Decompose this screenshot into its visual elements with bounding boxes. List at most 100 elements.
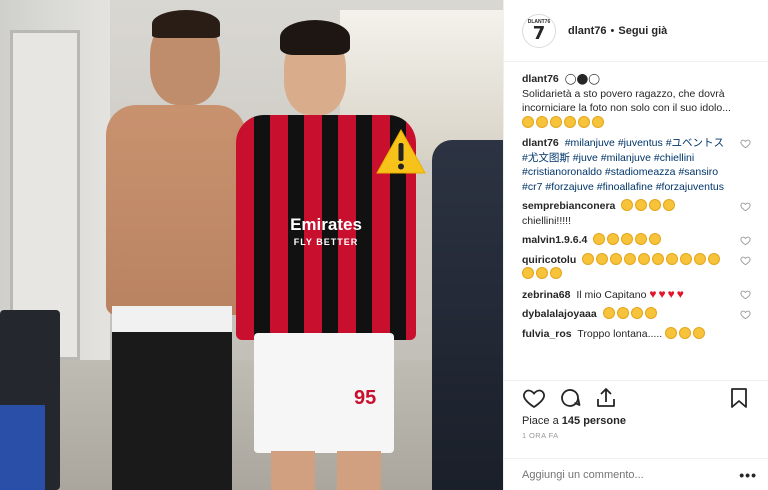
emoji-icon xyxy=(578,115,590,128)
likes-prefix: Piace a xyxy=(522,415,559,427)
photo-blue-box xyxy=(0,405,45,490)
emoji-icon xyxy=(638,252,651,265)
hashtag-link[interactable]: #cr7 xyxy=(522,181,542,193)
emoji-icon xyxy=(680,252,693,265)
comments-list[interactable]: dlant76 ◯⬤◯ Solidarietà a sto povero rag… xyxy=(504,62,768,380)
emoji-icon xyxy=(522,115,534,128)
hashtag-link[interactable]: #sansiro xyxy=(678,166,718,178)
emoji-icon xyxy=(593,233,606,245)
follow-button[interactable]: Segui già xyxy=(618,25,667,37)
avatar[interactable]: DLANT76 7 xyxy=(522,13,556,48)
hashtag-link[interactable]: #juve xyxy=(573,152,598,164)
emoji-icon xyxy=(621,233,634,245)
red-heart-emoji-icon: ♥ xyxy=(676,286,684,301)
photo-person-left xyxy=(98,10,248,490)
like-comment-heart-icon[interactable] xyxy=(740,309,751,320)
emoji-icon xyxy=(644,307,657,319)
caption-username[interactable]: dlant76 xyxy=(522,73,559,85)
add-comment-bar: ••• xyxy=(504,458,768,490)
header-separator: • xyxy=(610,24,615,37)
emoji-icon xyxy=(666,252,679,265)
comment-item: quiricotolu xyxy=(522,252,751,282)
emoji-icon xyxy=(550,267,562,279)
red-heart-emoji-icon: ♥ xyxy=(667,286,675,301)
post-timestamp[interactable]: 1 ORA FA xyxy=(522,431,751,440)
emoji-icon xyxy=(616,307,629,319)
photo-person-right: Emirates FLY BETTER 95 xyxy=(236,15,426,490)
header-username[interactable]: dlant76 xyxy=(568,25,607,37)
emoji-icon xyxy=(679,326,692,339)
emoji-icon xyxy=(550,115,562,128)
person-left-waistband xyxy=(112,306,232,332)
emoji-icon xyxy=(536,115,548,128)
emoji-icon xyxy=(630,307,643,319)
comment-username[interactable]: fulvia_ros xyxy=(522,328,572,340)
comment-item: zebrina68 Il mio Capitano ♥ ♥ ♥ ♥ xyxy=(522,287,751,303)
like-comment-heart-icon[interactable] xyxy=(740,235,751,246)
post-header: DLANT76 7 dlant76 • Segui già xyxy=(504,0,768,62)
comment-emojis xyxy=(602,307,659,320)
emoji-icon xyxy=(708,252,721,265)
comment-username[interactable]: semprebianconera xyxy=(522,200,615,212)
comment-item: fulvia_ros Troppo lontana..... xyxy=(522,326,751,342)
hashtag-link[interactable]: #cristianoronaldo xyxy=(522,166,602,178)
post-photo[interactable]: Emirates FLY BETTER 95 xyxy=(0,0,503,490)
like-comment-heart-icon[interactable] xyxy=(740,289,751,300)
caption-symbols: ◯⬤◯ xyxy=(564,73,600,85)
post-sidebar: DLANT76 7 dlant76 • Segui già dlant76 ◯⬤… xyxy=(503,0,768,490)
hashtag-link[interactable]: #milanjuve xyxy=(565,137,615,149)
hashtag-link[interactable]: #finoallafine xyxy=(597,181,653,193)
emoji-icon xyxy=(694,252,707,265)
warning-triangle-icon xyxy=(376,128,426,174)
add-comment-input[interactable] xyxy=(522,468,740,481)
likes-suffix: persone xyxy=(583,415,626,427)
hashtag-link[interactable]: #尤文图斯 xyxy=(522,152,570,164)
comment-text: Troppo lontana..... xyxy=(577,327,663,340)
shirt-sponsor-sub: FLY BETTER xyxy=(293,237,359,247)
photo-person-suit xyxy=(432,140,503,490)
comment-bubble-icon[interactable] xyxy=(558,386,582,410)
hashtag-link[interactable]: #juventus xyxy=(618,137,663,149)
comment-text: Il mio Capitano xyxy=(576,288,647,301)
comment-text: chiellini!!!!! xyxy=(522,214,572,227)
emoji-icon xyxy=(649,233,662,245)
share-icon[interactable] xyxy=(594,386,618,410)
emoji-icon xyxy=(621,199,634,211)
hashtag-link[interactable]: #forzajuventus xyxy=(656,181,724,193)
likes-count[interactable]: Piace a 145 persone xyxy=(522,415,751,427)
red-heart-emoji-icon: ♥ xyxy=(649,286,657,301)
bookmark-icon[interactable] xyxy=(727,386,751,410)
comment-username[interactable]: dybalalajoyaaa xyxy=(522,308,597,320)
comment-item: dlant76 #milanjuve #juventus #ユベントス #尤文图… xyxy=(522,136,751,194)
emoji-icon xyxy=(522,267,534,279)
hashtag-link[interactable]: #stadiomeazza xyxy=(605,166,676,178)
emoji-icon xyxy=(602,307,615,319)
hashtag-link[interactable]: #forzajuve xyxy=(545,181,593,193)
shirt-sponsor: Emirates xyxy=(290,215,362,234)
person-left-torso xyxy=(106,105,246,315)
like-heart-icon[interactable] xyxy=(522,386,546,410)
like-comment-heart-icon[interactable] xyxy=(740,201,751,212)
comment-item: malvin1.9.6.4 xyxy=(522,233,751,248)
emoji-icon xyxy=(624,252,637,265)
like-comment-heart-icon[interactable] xyxy=(740,138,751,149)
emoji-icon xyxy=(693,326,706,339)
like-comment-heart-icon[interactable] xyxy=(740,255,751,266)
hashtag-link[interactable]: #ユベントス xyxy=(666,137,724,149)
hashtag-link[interactable]: #chiellini xyxy=(654,152,694,164)
comment-username[interactable]: quiricotolu xyxy=(522,254,576,266)
comment-emojis xyxy=(621,199,677,212)
emoji-icon xyxy=(635,233,648,245)
emoji-icon xyxy=(564,115,576,128)
hashtag-link[interactable]: #milanjuve xyxy=(601,152,651,164)
action-icons-row xyxy=(522,381,751,415)
comment-emojis xyxy=(665,326,707,340)
comment-item: dybalalajoyaaa xyxy=(522,307,751,322)
caption-emojis xyxy=(522,115,606,129)
comment-username[interactable]: zebrina68 xyxy=(522,289,570,301)
emoji-icon xyxy=(649,199,662,211)
comment-username[interactable]: malvin1.9.6.4 xyxy=(522,234,587,246)
more-options-button[interactable]: ••• xyxy=(739,467,757,483)
comment-username[interactable]: dlant76 xyxy=(522,137,559,149)
shorts-number: 95 xyxy=(354,387,377,409)
